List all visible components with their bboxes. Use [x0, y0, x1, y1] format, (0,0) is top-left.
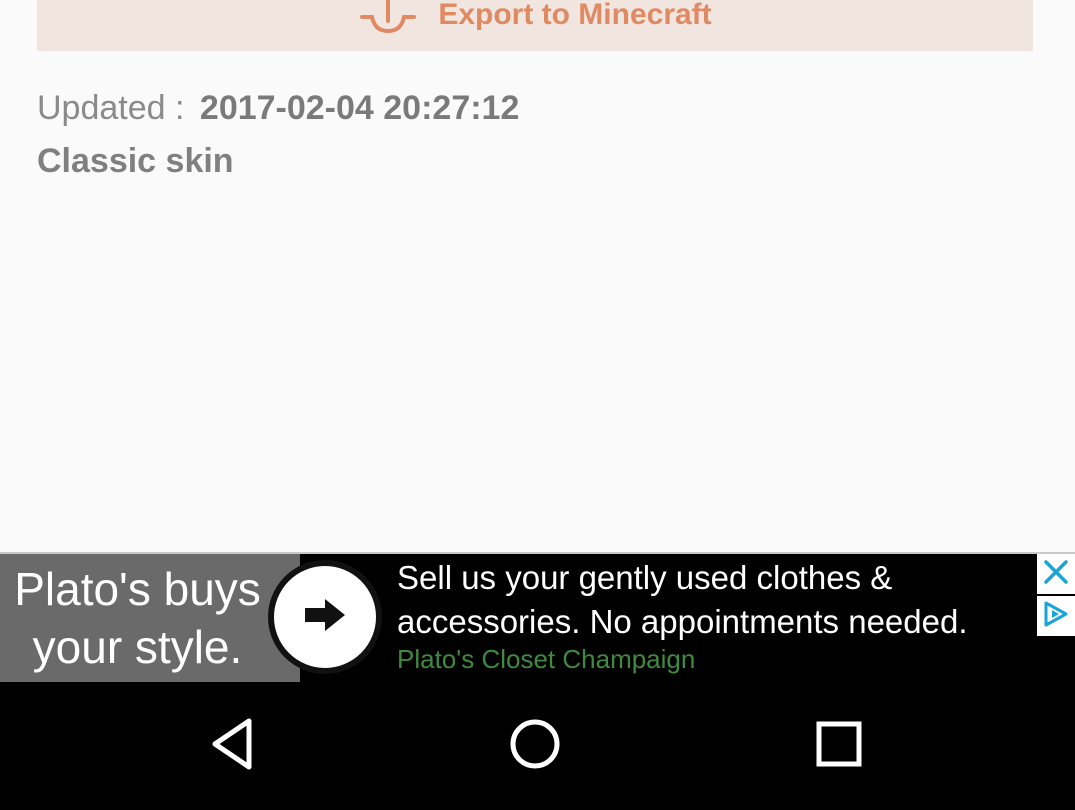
- ad-cta-button[interactable]: [268, 560, 382, 674]
- recents-square-icon: [814, 719, 864, 774]
- app-screen: Export to Minecraft Updated : 2017-02-04…: [0, 0, 1075, 810]
- ad-body-text: Sell us your gently used clothes & acces…: [397, 559, 968, 640]
- ad-headline-line1: Plato's buys: [14, 563, 261, 615]
- export-button-label: Export to Minecraft: [438, 0, 712, 31]
- ad-headline-line2: your style.: [32, 621, 243, 673]
- ad-close-button[interactable]: [1037, 554, 1075, 594]
- arrow-right-icon: [303, 597, 347, 638]
- ad-headline: Plato's buys your style.: [0, 560, 275, 676]
- ad-image-panel[interactable]: Plato's buys your style.: [0, 554, 300, 682]
- ad-banner[interactable]: Plato's buys your style. Sell us your ge…: [0, 552, 1075, 682]
- updated-label: Updated :: [37, 89, 185, 127]
- ad-advertiser[interactable]: Plato's Closet Champaign: [397, 644, 695, 675]
- updated-row: Updated : 2017-02-04 20:27:12: [37, 89, 519, 128]
- updated-timestamp: 2017-02-04 20:27:12: [199, 89, 520, 127]
- back-triangle-icon: [207, 717, 257, 776]
- system-navigation-bar: [0, 682, 1075, 810]
- adchoices-icon: [1042, 600, 1070, 633]
- adchoices-button[interactable]: [1037, 596, 1075, 636]
- nav-home-button[interactable]: [505, 718, 565, 774]
- home-circle-icon: [508, 717, 562, 776]
- nav-back-button[interactable]: [202, 718, 262, 774]
- skin-details-content: Export to Minecraft Updated : 2017-02-04…: [0, 0, 1075, 552]
- export-to-minecraft-button[interactable]: Export to Minecraft: [37, 0, 1033, 51]
- close-icon: [1043, 559, 1069, 590]
- nav-recents-button[interactable]: [809, 718, 869, 774]
- export-upload-icon: [358, 0, 418, 35]
- skin-type-label: Classic skin: [37, 142, 234, 180]
